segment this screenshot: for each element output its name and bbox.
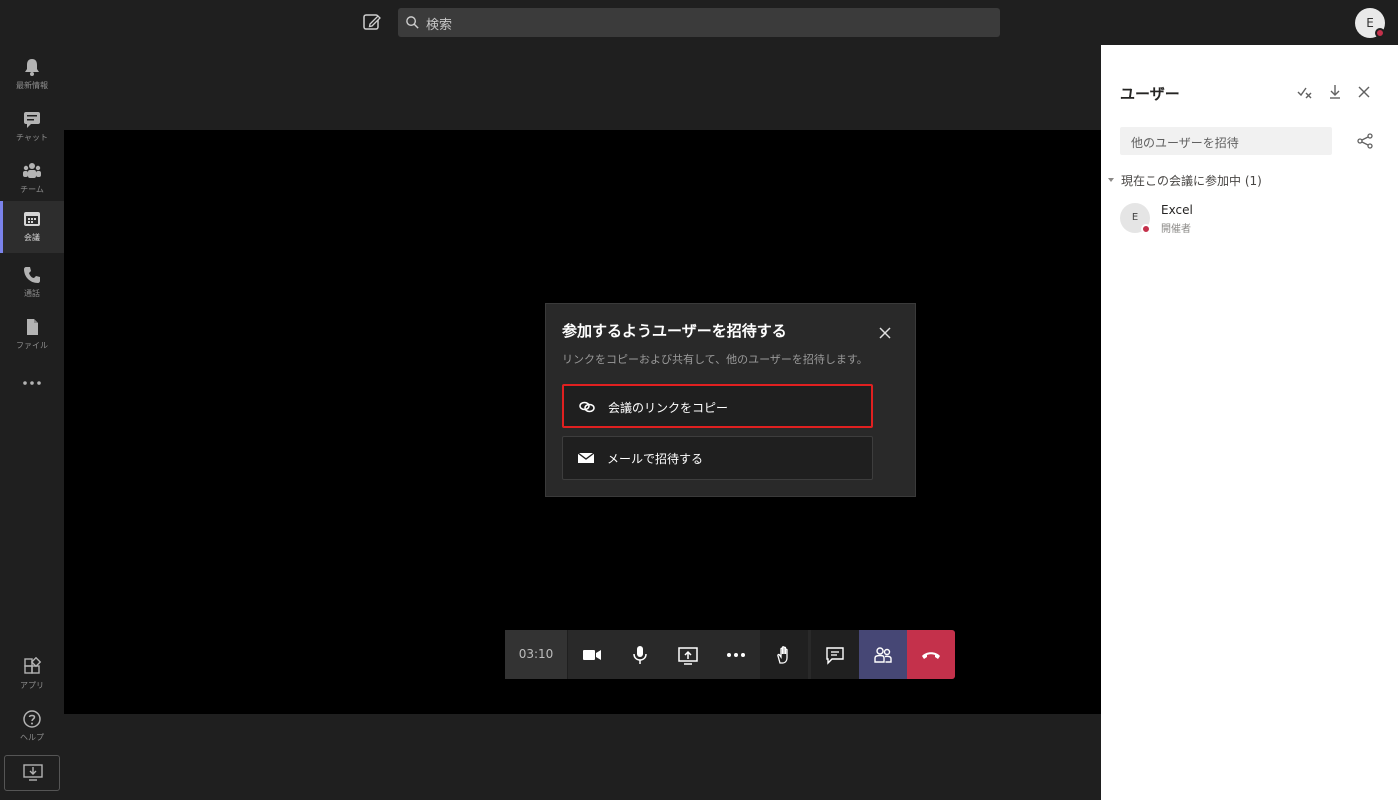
rail-item-chat[interactable]: チャット: [0, 101, 64, 153]
participant-name: Excel: [1161, 203, 1193, 217]
rail-item-activity[interactable]: 最新情報: [0, 49, 64, 101]
dialog-title: 参加するようユーザーを招待する: [562, 322, 787, 340]
search-input[interactable]: 検索: [398, 8, 1000, 37]
camera-icon: [583, 650, 601, 660]
invite-placeholder: 他のユーザーを招待: [1131, 136, 1239, 150]
user-avatar[interactable]: E: [1355, 8, 1385, 38]
mail-icon: [577, 452, 595, 463]
participant-item[interactable]: E Excel 開催者: [1120, 202, 1380, 236]
download-icon: [23, 764, 43, 781]
rail-item-calls[interactable]: 通話: [0, 257, 64, 309]
rail-label-meetings: 会議: [24, 233, 40, 242]
apps-icon: [24, 657, 42, 674]
mic-button[interactable]: [616, 630, 664, 679]
chevron-down-icon: [1108, 178, 1114, 182]
rail-item-teams[interactable]: チーム: [0, 153, 64, 205]
raise-hand-button[interactable]: [760, 630, 808, 679]
invite-dialog: 参加するようユーザーを招待する リンクをコピーおよび共有して、他のユーザーを招待…: [545, 303, 916, 497]
link-icon: [579, 401, 595, 413]
search-placeholder: 検索: [426, 18, 453, 33]
hang-up-button[interactable]: [907, 630, 955, 679]
participant-initial: E: [1131, 212, 1139, 223]
section-title: 現在この会議に参加中 (1): [1121, 174, 1262, 188]
more-apps-icon[interactable]: [20, 375, 44, 391]
rail-label-teams: チーム: [20, 185, 44, 194]
phone-icon: [24, 267, 40, 283]
call-timer: 03:10: [505, 630, 568, 679]
people-icon: [874, 647, 892, 663]
app-rail: 最新情報 チャット チーム 会議 通話 ファイル アプリ ヘルプ: [0, 45, 64, 800]
presence-busy-icon: [1141, 224, 1151, 234]
invite-by-email-button[interactable]: メールで招待する: [562, 436, 873, 480]
mute-all-icon[interactable]: [1296, 83, 1314, 101]
invite-people-input[interactable]: 他のユーザーを招待: [1120, 127, 1332, 155]
new-chat-icon[interactable]: [362, 12, 382, 32]
raise-hand-icon: [777, 646, 788, 664]
call-controls: 03:10: [505, 630, 955, 679]
camera-button[interactable]: [568, 630, 616, 679]
rail-item-apps[interactable]: アプリ: [0, 649, 64, 701]
chat-icon: [24, 112, 40, 128]
participants-button[interactable]: [859, 630, 907, 679]
help-icon: [23, 710, 41, 728]
file-icon: [27, 319, 38, 335]
participants-panel: ユーザー 他のユーザーを招待 現在この会議に参加中 (1) E Excel 開催…: [1101, 45, 1398, 800]
top-bar: 検索 E: [0, 0, 1398, 45]
search-icon: [406, 16, 419, 29]
panel-title: ユーザー: [1120, 85, 1180, 103]
participant-role: 開催者: [1161, 224, 1191, 235]
share-screen-button[interactable]: [664, 630, 712, 679]
email-invite-label: メールで招待する: [607, 452, 704, 466]
close-icon[interactable]: [878, 326, 892, 340]
rail-label-calls: 通話: [24, 289, 40, 298]
calendar-icon: [24, 212, 40, 226]
rail-item-files[interactable]: ファイル: [0, 309, 64, 361]
chat-bubble-icon: [826, 647, 844, 665]
close-panel-icon[interactable]: [1355, 83, 1373, 101]
user-initial: E: [1366, 16, 1374, 30]
chat-button[interactable]: [811, 630, 859, 679]
rail-label-files: ファイル: [16, 341, 48, 350]
download-app-button[interactable]: [4, 755, 60, 791]
copy-meeting-link-button[interactable]: 会議のリンクをコピー: [562, 384, 873, 428]
rail-item-meetings[interactable]: 会議: [0, 201, 64, 253]
rail-item-help[interactable]: ヘルプ: [0, 701, 64, 753]
download-attendance-icon[interactable]: [1326, 83, 1344, 101]
rail-label-chat: チャット: [16, 133, 48, 142]
copy-link-label: 会議のリンクをコピー: [608, 401, 729, 415]
teams-icon: [23, 163, 41, 178]
rail-label-help: ヘルプ: [20, 733, 44, 742]
rail-label-apps: アプリ: [20, 681, 44, 690]
more-icon: [727, 653, 745, 657]
hang-up-icon: [922, 652, 940, 659]
microphone-icon: [633, 646, 647, 664]
presence-busy-icon: [1375, 28, 1385, 38]
share-screen-icon: [678, 647, 698, 665]
rail-label-activity: 最新情報: [16, 81, 48, 90]
bell-icon: [25, 59, 39, 76]
dialog-subtitle: リンクをコピーおよび共有して、他のユーザーを招待します。: [562, 353, 868, 366]
more-actions-button[interactable]: [712, 630, 760, 679]
share-invite-icon[interactable]: [1356, 132, 1374, 150]
